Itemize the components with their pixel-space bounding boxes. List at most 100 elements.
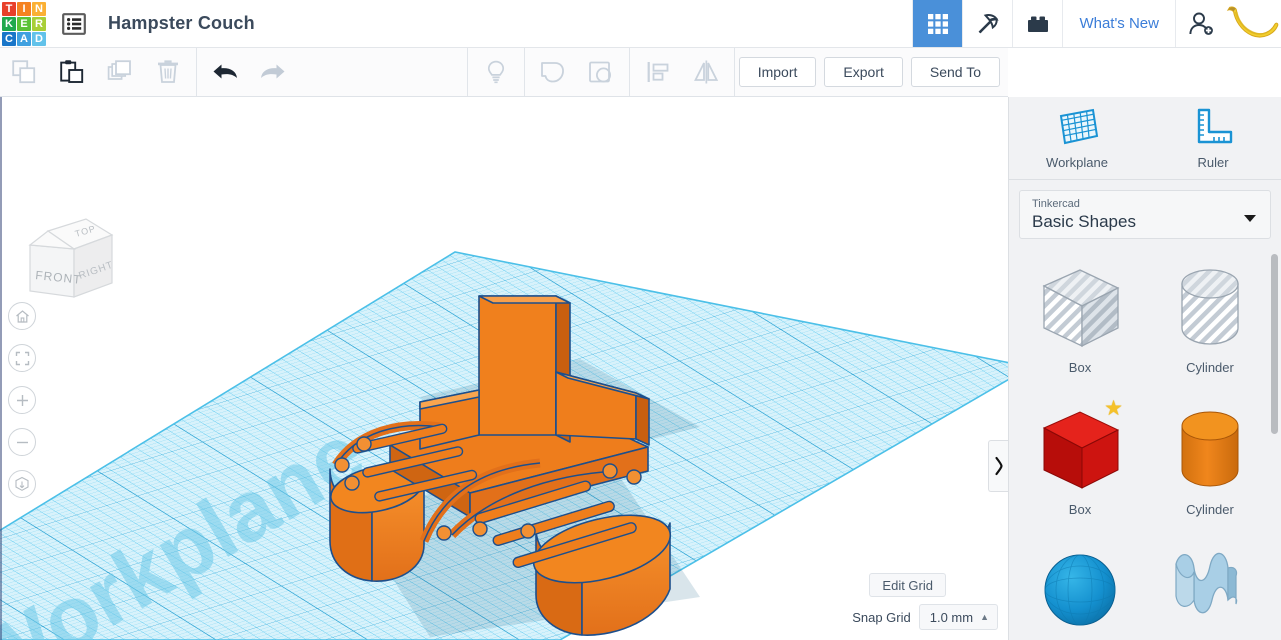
logo-tile-n: N: [32, 2, 46, 16]
logo-tile-a: A: [17, 32, 31, 46]
cylinder-thumbnail: [1181, 411, 1239, 487]
copy-icon: [12, 60, 36, 84]
panel-collapse-handle[interactable]: [988, 440, 1008, 492]
toolbar-divider-2: [466, 48, 468, 96]
shape-label: Box: [1068, 502, 1092, 518]
panel-tools-row: Workplane Ruler: [1009, 97, 1281, 180]
3d-scene[interactable]: Workplane: [0, 97, 1008, 640]
nav-icon-minecraft[interactable]: [962, 0, 1012, 47]
logo-tile-t: T: [2, 2, 16, 16]
minus-icon: [16, 441, 28, 443]
list-menu-icon: [62, 13, 86, 35]
canvas-left-border: [0, 97, 2, 640]
undo-arrow-icon: [213, 64, 237, 79]
nav-icon-lego[interactable]: [1012, 0, 1062, 47]
logo-tile-i: I: [17, 2, 31, 16]
send-to-button[interactable]: Send To: [910, 57, 1000, 87]
shape-item-scribble[interactable]: [1145, 534, 1275, 640]
copy-button[interactable]: [0, 48, 48, 96]
snap-grid-control: Snap Grid 1.0 mm ▲: [852, 604, 998, 630]
user-avatar[interactable]: [1225, 0, 1281, 47]
shape-label: Cylinder: [1186, 502, 1234, 518]
zoom-out-button[interactable]: [8, 428, 36, 456]
logo-tile-k: K: [2, 17, 16, 31]
header-spacer: [255, 0, 913, 47]
shapes-grid: Box Cylinder ★ Box Cylinder: [1009, 250, 1281, 640]
fit-view-icon: [15, 351, 29, 365]
ungroup-button[interactable]: [577, 48, 625, 96]
logo-tile-d: D: [32, 32, 46, 46]
ruler-tool[interactable]: Ruler: [1145, 97, 1281, 180]
mirror-flip-icon: [693, 60, 718, 84]
toolbar-divider-4: [628, 48, 630, 96]
perspective-toggle-button[interactable]: [8, 470, 36, 498]
pickaxe-minecraft-icon: [978, 13, 999, 33]
shapes-panel: Workplane Ruler Tinkercad Basic Shapes B…: [1008, 97, 1281, 640]
export-button[interactable]: Export: [824, 57, 903, 87]
design-title[interactable]: Hampster Couch: [108, 0, 255, 47]
category-name: Basic Shapes: [1032, 212, 1136, 231]
edit-grid-button[interactable]: Edit Grid: [869, 573, 946, 597]
workplane-tool[interactable]: Workplane: [1009, 97, 1145, 180]
workplane-icon: [1059, 108, 1099, 145]
duplicate-button[interactable]: [96, 48, 144, 96]
view-cube[interactable]: TOP FRONT RIGHT: [18, 209, 118, 314]
show-hide-button[interactable]: [472, 48, 520, 96]
caret-up-icon: ▲: [980, 612, 989, 622]
ruler-icon: [1197, 108, 1233, 144]
whats-new-link[interactable]: What's New: [1062, 0, 1175, 47]
trash-icon: [158, 60, 178, 83]
tinkercad-logo[interactable]: TIN KER CAD: [2, 2, 46, 46]
logo-tile-c: C: [2, 32, 16, 46]
shape-label: Cylinder: [1186, 360, 1234, 376]
snap-grid-label: Snap Grid: [852, 609, 911, 625]
import-button[interactable]: Import: [738, 57, 817, 87]
view-cube-svg[interactable]: TOP FRONT RIGHT: [18, 209, 118, 314]
mirror-button[interactable]: [682, 48, 730, 96]
shapes-scroll-area[interactable]: Box Cylinder ★ Box Cylinder: [1009, 250, 1281, 640]
align-button[interactable]: [634, 48, 682, 96]
sphere-thumbnail: [1044, 554, 1116, 626]
zoom-in-button[interactable]: [8, 386, 36, 414]
snap-grid-dropdown[interactable]: 1.0 mm ▲: [918, 604, 998, 630]
workplane-tool-label: Workplane: [1046, 155, 1108, 170]
account-button[interactable]: [1175, 0, 1225, 47]
paste-button[interactable]: [48, 48, 96, 96]
undo-button[interactable]: [201, 48, 249, 96]
shape-item-hole-cylinder[interactable]: Cylinder: [1145, 250, 1275, 392]
scribble-thumbnail: [1175, 553, 1238, 614]
toolbar-divider-3: [523, 48, 525, 96]
group-shapes-icon: [540, 62, 564, 83]
shape-item-hole-box[interactable]: Box: [1015, 250, 1145, 392]
shape-category-dropdown[interactable]: Tinkercad Basic Shapes: [1019, 190, 1271, 240]
workplane-canvas[interactable]: Workplane TOP FRONT RIGHT Edit Grid Snap…: [0, 97, 1008, 640]
duplicate-icon: [107, 60, 131, 80]
edit-toolbar: Import Export Send To: [0, 48, 1008, 97]
logo-tile-e: E: [17, 17, 31, 31]
banana-avatar: [1226, 6, 1279, 38]
delete-button[interactable]: [144, 48, 192, 96]
toolbar-divider: [196, 48, 197, 96]
shapes-scrollbar[interactable]: [1271, 254, 1278, 435]
ungroup-shapes-icon: [588, 61, 611, 83]
add-user-icon: [1188, 12, 1213, 35]
home-view-button[interactable]: [8, 302, 36, 330]
paste-clipboard-icon: [60, 60, 84, 83]
redo-button[interactable]: [249, 48, 297, 96]
shape-item-cylinder[interactable]: Cylinder: [1145, 392, 1275, 534]
view-nav-buttons: [8, 302, 36, 512]
nav-icon-tinkercad-3d[interactable]: [912, 0, 963, 47]
app-header: TIN KER CAD Hampster Couch What's New: [0, 0, 1281, 48]
category-kicker: Tinkercad: [1032, 198, 1080, 210]
lightbulb-icon: [487, 60, 504, 84]
main-menu-button[interactable]: [54, 4, 94, 44]
snap-grid-value-text: 1.0 mm: [929, 609, 974, 625]
shape-item-sphere[interactable]: [1015, 534, 1145, 640]
shape-item-box[interactable]: ★ Box: [1015, 392, 1145, 534]
star-icon: ★: [1104, 397, 1123, 421]
logo-tile-r: R: [32, 17, 46, 31]
fit-all-button[interactable]: [8, 344, 36, 372]
align-icon: [647, 62, 669, 82]
group-button[interactable]: [529, 48, 577, 96]
grid-apps-icon: [927, 13, 948, 34]
